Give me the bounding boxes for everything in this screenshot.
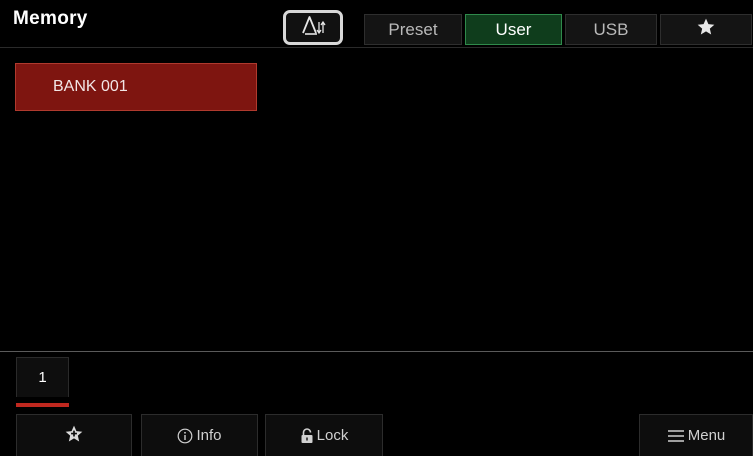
sort-alpha-icon [300, 14, 326, 41]
hamburger-icon [667, 429, 685, 443]
memory-list: BANK 001 [0, 48, 753, 351]
info-button[interactable]: Info [141, 414, 258, 456]
header-bar: Memory Preset User USB [0, 0, 753, 48]
menu-label: Menu [687, 427, 726, 444]
tab-user[interactable]: User [465, 14, 562, 45]
tab-favorites[interactable] [660, 14, 752, 45]
divider [0, 351, 753, 352]
lock-icon [300, 427, 314, 444]
page-tab[interactable]: 1 [16, 357, 69, 397]
page-title: Memory [13, 8, 88, 29]
list-item-bank[interactable]: BANK 001 [15, 63, 257, 111]
menu-button[interactable]: Menu [639, 414, 753, 456]
page-indicator [16, 403, 69, 407]
favorite-button[interactable] [16, 414, 132, 456]
lock-label: Lock [316, 427, 349, 444]
star-outline-icon [64, 424, 84, 448]
tab-usb[interactable]: USB [565, 14, 657, 45]
sort-button[interactable] [283, 10, 343, 45]
tab-preset[interactable]: Preset [364, 14, 462, 45]
star-icon [696, 17, 716, 42]
info-label: Info [196, 427, 222, 444]
source-tabs: Preset User USB [364, 14, 752, 45]
lock-button[interactable]: Lock [265, 414, 383, 456]
info-icon [177, 428, 193, 444]
